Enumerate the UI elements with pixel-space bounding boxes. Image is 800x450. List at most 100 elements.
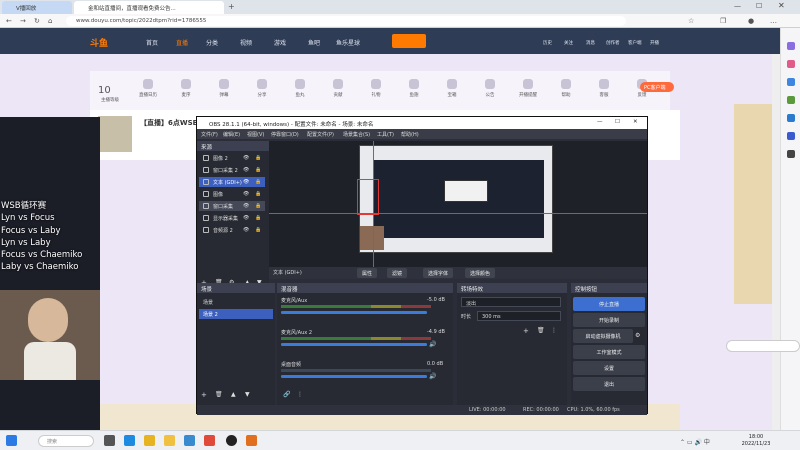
eye-icon[interactable]: 👁 (243, 167, 249, 173)
lock-icon[interactable]: 🔒 (255, 215, 261, 221)
volume-slider[interactable] (281, 343, 427, 346)
exit-button[interactable]: 退出 (573, 377, 645, 391)
transition-select[interactable]: 淡出 (461, 297, 561, 307)
scene-item[interactable]: 场景 (199, 297, 273, 307)
ime-toolbar[interactable] (726, 340, 800, 352)
obs-close-icon[interactable]: ✕ (633, 119, 638, 125)
select-color-button[interactable]: 选择颜色 (465, 268, 496, 278)
eye-icon[interactable]: 👁 (243, 227, 249, 233)
obs-preview[interactable] (269, 141, 647, 267)
lock-icon[interactable]: 🔒 (255, 227, 261, 233)
scene-item-selected[interactable]: 场景 2 (199, 309, 273, 319)
feature-item[interactable]: 鱼翅 (394, 79, 434, 98)
speaker-icon[interactable]: 🔊 (429, 373, 436, 380)
lock-icon[interactable]: 🔒 (255, 191, 261, 197)
game-icon[interactable] (144, 435, 155, 446)
feature-item[interactable]: 礼物 (356, 79, 396, 98)
nav-messages[interactable]: 消息 (586, 40, 595, 46)
scene-down-icon[interactable]: ▼ (245, 391, 250, 398)
new-tab-icon[interactable]: + (228, 2, 235, 11)
games-icon[interactable] (787, 96, 795, 104)
preview-canvas[interactable] (359, 145, 553, 253)
volume-slider[interactable] (281, 375, 427, 378)
more-options-icon[interactable]: ⋮ (297, 391, 303, 398)
tools-icon[interactable] (787, 78, 795, 86)
scene-up-icon[interactable]: ▲ (231, 391, 236, 398)
source-item[interactable]: 图像 2 👁 🔒 (199, 153, 265, 163)
obs-minimize-icon[interactable]: — (597, 119, 603, 125)
lock-icon[interactable]: 🔒 (255, 203, 261, 209)
shopping-icon[interactable] (787, 60, 795, 68)
taskbar-clock[interactable]: 18:00 2022/11/23 (736, 434, 776, 448)
video-player[interactable] (0, 117, 100, 437)
source-item[interactable]: 窗口采集 2 👁 🔒 (199, 165, 265, 175)
menu-view[interactable]: 视图(V) (247, 131, 264, 138)
nav-creator[interactable]: 创作者 (606, 40, 620, 46)
url-input[interactable]: www.douyu.com/topic/2022dtpm?rid=1786555 (66, 16, 626, 26)
source-item[interactable]: 图像 👁 🔒 (199, 189, 265, 199)
feature-item[interactable]: 麦序 (166, 79, 206, 98)
office-icon[interactable] (787, 114, 795, 122)
selection-box[interactable] (357, 179, 379, 215)
menu-dock[interactable]: 停靠窗口(D) (271, 131, 299, 138)
eye-icon[interactable]: 👁 (243, 191, 249, 197)
favorite-icon[interactable]: ☆ (688, 17, 694, 25)
volume-slider[interactable] (281, 311, 427, 314)
nav-home[interactable]: 首页 (146, 38, 158, 47)
feature-item[interactable]: 贡献 (318, 79, 358, 98)
source-item-selected[interactable]: 文本 (GDI+) 👁 🔒 (199, 177, 265, 187)
remove-transition-icon[interactable]: 🗑 (537, 327, 545, 334)
link-icon[interactable]: 🔗 (283, 391, 290, 398)
promo-badge[interactable] (392, 34, 426, 48)
obs-icon[interactable] (226, 435, 237, 446)
refresh-icon[interactable]: ↻ (34, 17, 40, 25)
nav-category[interactable]: 分类 (206, 38, 218, 47)
eye-icon[interactable]: 👁 (243, 179, 249, 185)
nav-follow[interactable]: 关注 (564, 40, 573, 46)
select-font-button[interactable]: 选择字体 (423, 268, 454, 278)
feature-item[interactable]: 分享 (242, 79, 282, 98)
menu-scene-collection[interactable]: 场景集合(S) (343, 131, 370, 138)
side-banner[interactable] (734, 104, 772, 304)
taskbar-search[interactable]: 搜索 (38, 435, 94, 447)
feature-item[interactable]: 弹幕 (204, 79, 244, 98)
nav-start-stream[interactable]: 开播 (650, 40, 659, 46)
profile-icon[interactable]: ● (748, 17, 754, 25)
nav-video[interactable]: 视频 (240, 38, 252, 47)
source-item[interactable]: 音频源 2 👁 🔒 (199, 225, 265, 235)
menu-profile[interactable]: 配置文件(P) (307, 131, 334, 138)
pc-client-button[interactable]: PC客户端 (640, 82, 674, 92)
virtual-camera-settings-icon[interactable]: ⚙ (635, 332, 640, 339)
store-icon[interactable] (184, 435, 195, 446)
remove-scene-icon[interactable]: 🗑 (215, 391, 223, 398)
lock-icon[interactable]: 🔒 (255, 155, 261, 161)
nav-fishbar[interactable]: 鱼吧 (308, 38, 320, 47)
outlook-icon[interactable] (787, 132, 795, 140)
obs-maximize-icon[interactable]: ☐ (615, 119, 620, 125)
feature-item[interactable]: 开播提醒 (508, 79, 548, 98)
menu-tools[interactable]: 工具(T) (377, 131, 394, 138)
nav-history[interactable]: 历史 (543, 40, 552, 46)
add-icon[interactable] (787, 150, 795, 158)
duration-input[interactable]: 300 ms (477, 311, 561, 321)
feature-item[interactable]: 直播日历 (128, 79, 168, 98)
speaker-icon[interactable]: 🔊 (429, 341, 436, 348)
forward-icon[interactable]: → (20, 17, 26, 25)
maximize-icon[interactable]: ☐ (756, 2, 762, 10)
page-scrollbar[interactable] (772, 54, 780, 430)
settings-button[interactable]: 设置 (573, 361, 645, 375)
stop-streaming-button[interactable]: 停止直播 (573, 297, 645, 311)
feature-item[interactable]: 客服 (584, 79, 624, 98)
browser-tab-active[interactable]: 金和站直播间，直播观看免费公告... (74, 1, 224, 14)
studio-mode-button[interactable]: 工作室模式 (573, 345, 645, 359)
eye-icon[interactable]: 👁 (243, 215, 249, 221)
back-icon[interactable]: ← (6, 17, 12, 25)
close-icon[interactable]: ✕ (778, 1, 785, 10)
menu-file[interactable]: 文件(F) (201, 131, 218, 138)
feature-item[interactable]: 帮助 (546, 79, 586, 98)
properties-button[interactable]: 属性 (357, 268, 378, 278)
filters-button[interactable]: 滤镜 (387, 268, 408, 278)
source-item[interactable]: 窗口采集 👁 🔒 (199, 201, 265, 211)
streamer-avatar[interactable] (98, 116, 132, 152)
source-item[interactable]: 显示器采集 👁 🔒 (199, 213, 265, 223)
